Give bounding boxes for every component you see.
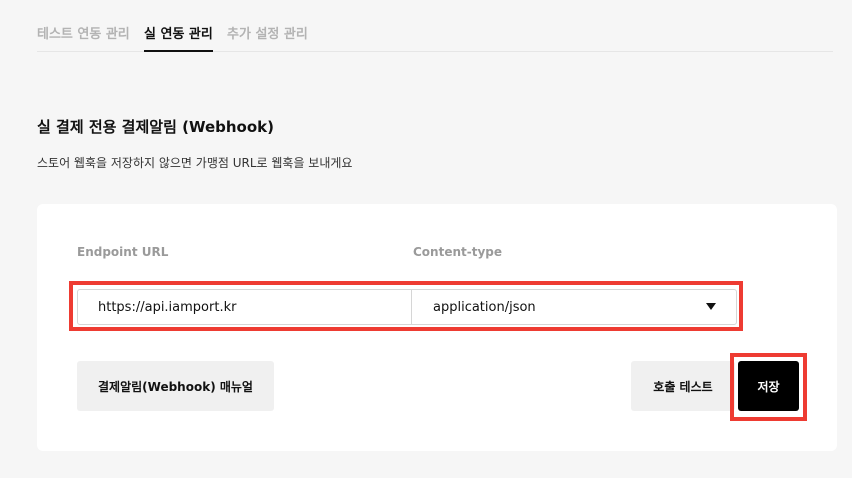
tab-real-integration[interactable]: 실 연동 관리 <box>144 26 213 52</box>
webhook-field-row: application/json <box>77 289 737 325</box>
webhook-manual-button[interactable]: 결제알림(Webhook) 매뉴얼 <box>77 361 274 411</box>
caret-down-icon <box>706 303 716 310</box>
content-type-select[interactable]: application/json <box>412 290 736 324</box>
tab-test-integration[interactable]: 테스트 연동 관리 <box>37 26 130 44</box>
content-type-value: application/json <box>433 299 536 315</box>
tab-bar: 테스트 연동 관리 실 연동 관리 추가 설정 관리 <box>37 0 833 52</box>
webhook-settings-card: Endpoint URL Content-type application/js… <box>37 204 837 451</box>
endpoint-url-label: Endpoint URL <box>77 245 169 259</box>
save-button[interactable]: 저장 <box>738 361 799 411</box>
endpoint-url-input[interactable] <box>78 290 412 324</box>
section-title: 실 결제 전용 결제알림 (Webhook) <box>37 118 274 136</box>
content-type-label: Content-type <box>413 245 503 259</box>
call-test-button[interactable]: 호출 테스트 <box>631 361 735 411</box>
tab-extra-settings[interactable]: 추가 설정 관리 <box>227 26 308 44</box>
section-description: 스토어 웹훅을 저장하지 않으면 가맹점 URL로 웹훅을 보내게요 <box>37 156 353 170</box>
